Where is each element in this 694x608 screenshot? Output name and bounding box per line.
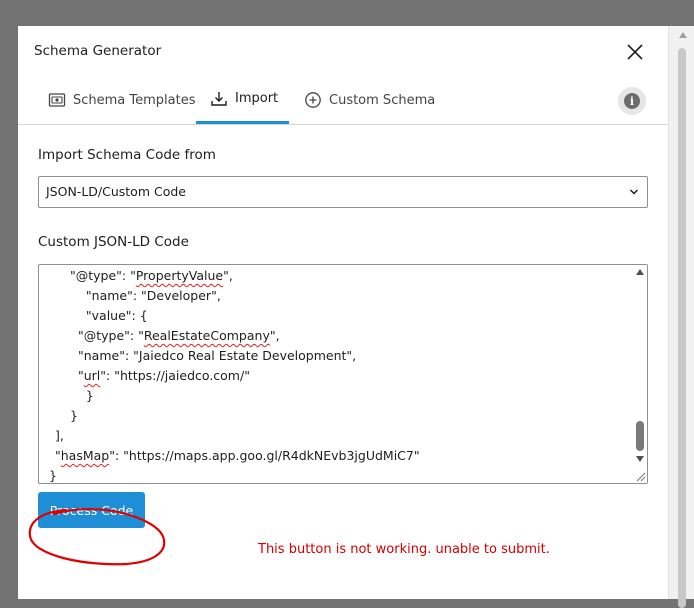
page-scroll-thumb[interactable] [678, 48, 686, 608]
plus-circle-icon [304, 91, 322, 109]
info-icon: i [624, 93, 640, 109]
import-source-select[interactable]: JSON-LD/Custom Code [38, 176, 648, 208]
import-download-icon [210, 90, 228, 108]
code-line: "hasMap": "https://maps.app.goo.gl/R4dkN… [55, 448, 420, 463]
page-scroll-up-arrow[interactable] [679, 32, 687, 38]
tab-label: Import [235, 91, 279, 106]
tab-schema-templates[interactable]: Schema Templates [48, 76, 196, 124]
select-value: JSON-LD/Custom Code [46, 184, 186, 199]
resize-handle-icon[interactable] [635, 471, 646, 482]
code-content: "@type": "PropertyValue", "name": "Devel… [39, 265, 633, 483]
schema-generator-modal: Schema Generator Schema Templates Import… [18, 26, 668, 599]
tab-label: Schema Templates [73, 92, 196, 108]
schema-templates-icon [48, 91, 66, 109]
tab-import[interactable]: Import [196, 76, 289, 124]
code-line: ], [55, 428, 64, 443]
code-line: "name": "Jaiedco Real Estate Development… [78, 348, 357, 363]
textarea-scrollbar[interactable] [633, 265, 647, 483]
annotation-note: This button is not working. unable to su… [258, 542, 550, 557]
code-line: } [49, 468, 57, 483]
close-icon[interactable] [623, 40, 647, 64]
modal-header: Schema Generator [18, 26, 668, 76]
tab-bar: Schema Templates Import Custom Schema i [18, 76, 668, 125]
custom-code-textarea[interactable]: "@type": "PropertyValue", "name": "Devel… [38, 264, 648, 484]
code-line: "@type": "PropertyValue", [70, 268, 233, 283]
textarea-scroll-thumb[interactable] [636, 421, 644, 451]
chevron-down-icon [629, 189, 639, 195]
tab-custom-schema[interactable]: Custom Schema [304, 76, 435, 124]
modal-title: Schema Generator [34, 43, 162, 59]
textarea-scroll-up-arrow[interactable] [636, 269, 644, 275]
custom-code-label: Custom JSON-LD Code [38, 234, 189, 250]
code-line: } [70, 388, 94, 403]
import-source-label: Import Schema Code from [38, 147, 216, 163]
info-button[interactable]: i [618, 87, 646, 115]
code-line: "value": { [70, 308, 148, 323]
textarea-scroll-down-arrow[interactable] [636, 456, 644, 462]
code-line: } [62, 408, 78, 423]
tab-label: Custom Schema [329, 92, 436, 108]
code-line: "name": "Developer", [70, 288, 221, 303]
code-line: "url": "https://jaiedco.com/" [78, 368, 250, 383]
code-line: "@type": "RealEstateCompany", [78, 328, 280, 343]
page-scrollbar[interactable] [668, 26, 694, 608]
process-code-button[interactable]: Process Code [38, 492, 145, 528]
